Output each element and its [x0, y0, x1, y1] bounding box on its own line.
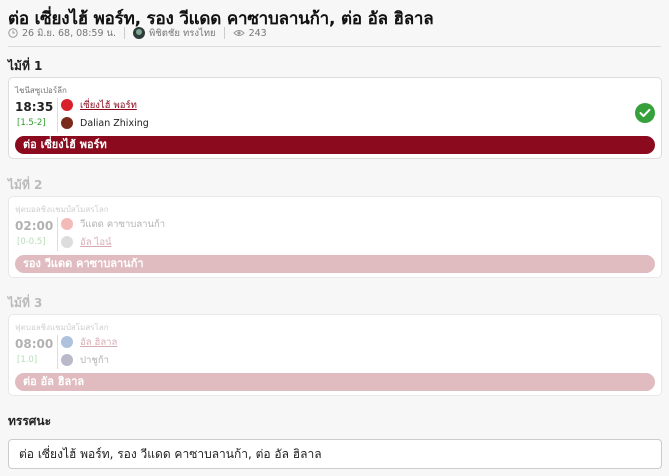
- home-team-name[interactable]: เซี่ยงไฮ้ พอร์ท: [80, 98, 137, 113]
- handicap: [1.5-2]: [17, 118, 46, 128]
- card-divider: [57, 98, 58, 132]
- away-team-name: Dalian Zhixing: [80, 117, 149, 129]
- away-team[interactable]: อัล ไอน์: [61, 235, 112, 249]
- eye-icon: [232, 28, 245, 38]
- handicap: [0-0.5]: [17, 237, 46, 247]
- pick-result-bar: ต่อ เซี่ยงไฮ้ พอร์ท: [15, 136, 655, 154]
- league-name: ไชนีสซูเปอร์ลีก: [15, 86, 67, 95]
- verdict-heading: ทรรศนะ: [8, 414, 52, 428]
- home-team[interactable]: เซี่ยงไฮ้ พอร์ท: [61, 98, 137, 112]
- pick-result-bar: รอง วีแดด คาซาบลานก้า: [15, 255, 655, 273]
- wydad-casablanca-logo-icon: [61, 218, 73, 230]
- meta-divider: [223, 27, 225, 39]
- home-team-name: วีแดด คาซาบลานก้า: [80, 218, 166, 230]
- home-team-name[interactable]: อัล ฮิลาล: [80, 335, 117, 350]
- league-name: ฟุตบอลชิงแชมป์สโมสรโลก: [15, 323, 109, 332]
- home-team[interactable]: อัล ฮิลาล: [61, 335, 117, 349]
- al-hilal-logo-icon: [61, 336, 73, 348]
- author-avatar: [133, 27, 146, 39]
- pachuca-logo-icon: [61, 354, 73, 366]
- away-team[interactable]: ปาชูก้า: [61, 353, 109, 367]
- home-team[interactable]: วีแดด คาซาบลานก้า: [61, 217, 165, 231]
- pick-card-1[interactable]: ไชนีสซูเปอร์ลีก 18:35 [1.5-2] เซี่ยงไฮ้ …: [8, 77, 662, 159]
- clock-icon: [8, 28, 18, 38]
- kickoff-time: 02:00: [15, 219, 54, 233]
- header-divider: [8, 46, 661, 47]
- pick-card-2[interactable]: ฟุตบอลชิงแชมป์สโมสรโลก 02:00 [0-0.5] วีแ…: [8, 196, 662, 278]
- handicap: [1.0]: [17, 355, 38, 365]
- article-meta: 26 มิ.ย. 68, 08:59 น. พิชิตชัย ทรงไทย 24…: [8, 26, 267, 40]
- card-divider: [57, 217, 58, 251]
- author-name[interactable]: พิชิตชัย ทรงไทย: [149, 26, 216, 41]
- al-ain-logo-icon: [61, 236, 73, 248]
- away-team-name[interactable]: อัล ไอน์: [80, 235, 112, 250]
- dalian-zhixing-logo-icon: [61, 117, 73, 129]
- kickoff-time: 08:00: [15, 337, 54, 351]
- view-count: 243: [248, 27, 267, 39]
- article-date: 26 มิ.ย. 68, 08:59 น.: [22, 27, 117, 39]
- kickoff-time: 18:35: [15, 100, 54, 114]
- pick-label-3: ไม้ที่ 3: [8, 296, 43, 310]
- pick-label-1: ไม้ที่ 1: [8, 59, 43, 73]
- pick-result-bar: ต่อ อัล ฮิลาล: [15, 373, 655, 391]
- shanghai-port-logo-icon: [61, 99, 73, 111]
- verdict-text: ต่อ เซี่ยงไฮ้ พอร์ท, รอง วีแดด คาซาบลานก…: [8, 439, 662, 469]
- pick-label-2: ไม้ที่ 2: [8, 178, 43, 192]
- away-team[interactable]: Dalian Zhixing: [61, 116, 149, 130]
- check-icon: [635, 103, 655, 123]
- pick-card-3[interactable]: ฟุตบอลชิงแชมป์สโมสรโลก 08:00 [1.0] อัล ฮ…: [8, 314, 662, 396]
- league-name: ฟุตบอลชิงแชมป์สโมสรโลก: [15, 205, 109, 214]
- meta-divider: [124, 27, 126, 39]
- card-divider: [57, 335, 58, 369]
- away-team-name: ปาชูก้า: [80, 354, 109, 366]
